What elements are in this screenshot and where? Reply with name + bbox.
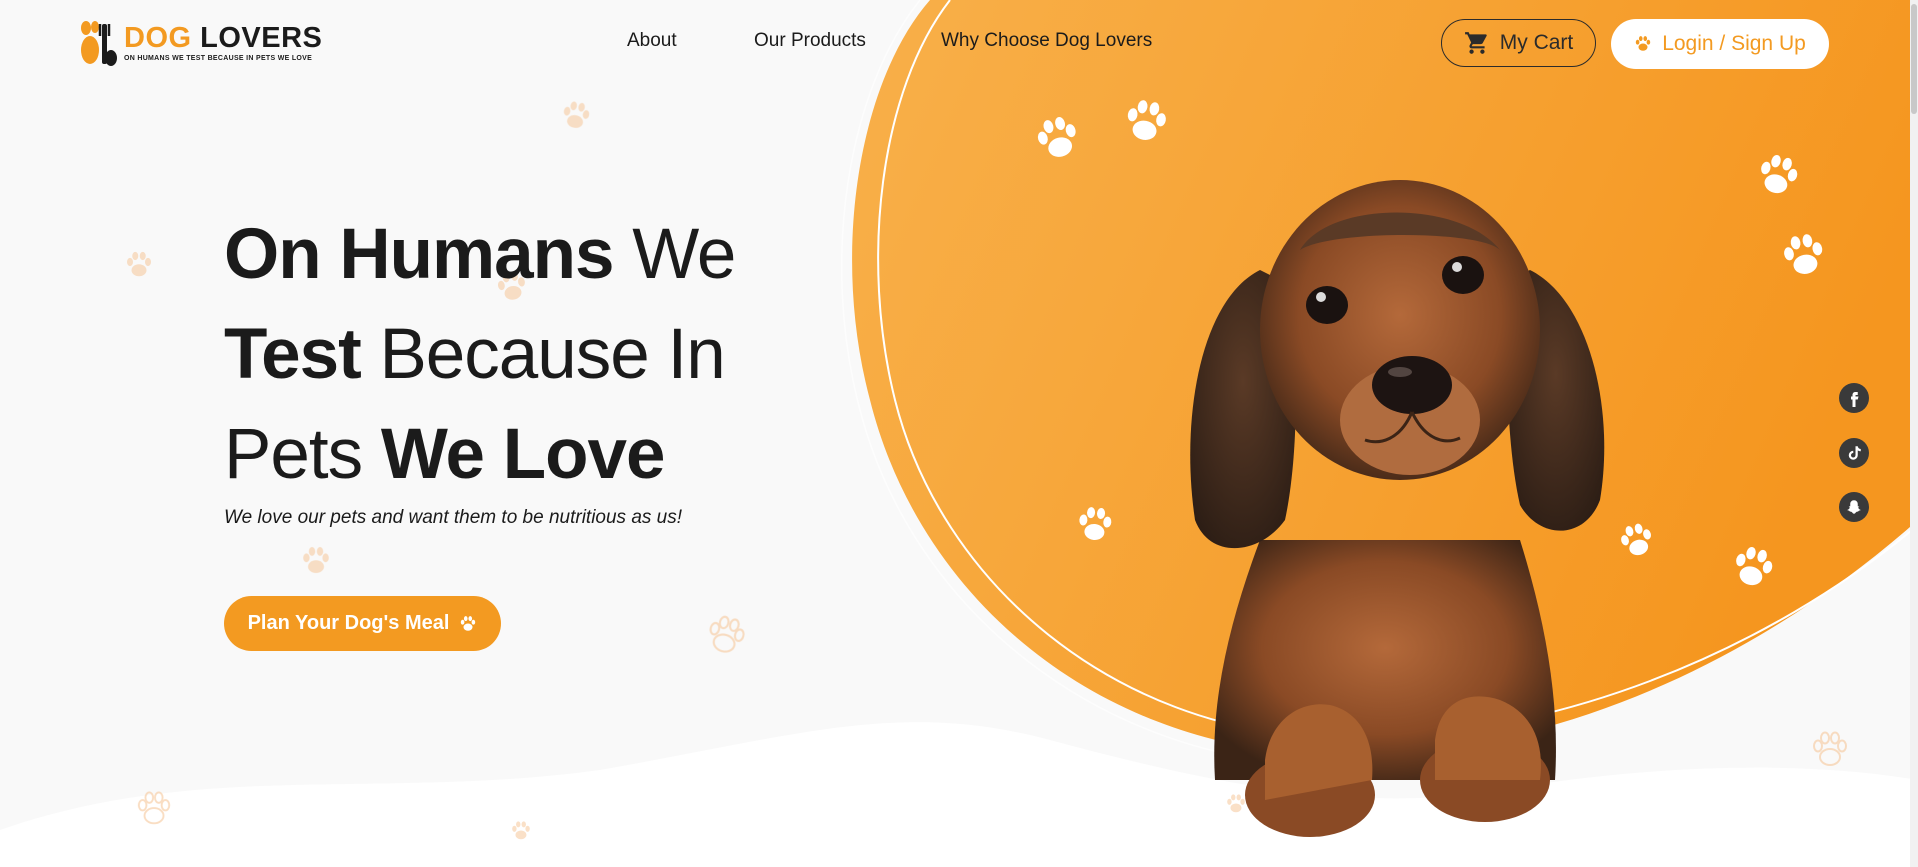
hero-heading: On Humans We Test Because In Pets We Lov… bbox=[224, 205, 784, 505]
login-label: Login / Sign Up bbox=[1662, 32, 1806, 55]
nav-products-link[interactable]: Our Products bbox=[754, 30, 866, 52]
tiktok-glyph bbox=[1848, 446, 1861, 460]
hero-line3-bold: We Love bbox=[380, 415, 666, 494]
facebook-icon[interactable] bbox=[1839, 383, 1869, 413]
my-cart-button[interactable]: My Cart bbox=[1441, 19, 1596, 67]
nav-about-link[interactable]: About bbox=[627, 30, 677, 52]
facebook-glyph bbox=[1851, 392, 1859, 407]
paw-icon bbox=[461, 615, 476, 631]
hero-line1-bold: On Humans bbox=[224, 215, 614, 294]
snapchat-icon[interactable] bbox=[1839, 492, 1869, 522]
brand-name-part1: DOG bbox=[124, 22, 192, 54]
nav-why-choose-link[interactable]: Why Choose Dog Lovers bbox=[941, 30, 1152, 52]
brand-name-part2: LOVERS bbox=[200, 22, 323, 54]
snapchat-glyph bbox=[1847, 500, 1861, 514]
brand-logo[interactable]: DOG LOVERS ON HUMANS WE TEST BECAUSE IN … bbox=[78, 20, 322, 66]
cart-icon bbox=[1464, 32, 1487, 54]
scrollbar-thumb[interactable] bbox=[1911, 4, 1917, 114]
login-signup-button[interactable]: Login / Sign Up bbox=[1611, 19, 1829, 69]
paw-icon bbox=[1635, 36, 1651, 51]
hero-line1-light: We bbox=[632, 215, 736, 294]
cart-label: My Cart bbox=[1499, 31, 1574, 54]
dog-logo-icon bbox=[81, 21, 117, 66]
hero-line3-light: Pets bbox=[224, 415, 363, 494]
hero-line2-light: Because In bbox=[379, 315, 725, 394]
brand-name: DOG LOVERS bbox=[124, 24, 322, 53]
tiktok-icon[interactable] bbox=[1839, 438, 1869, 468]
brand-tagline: ON HUMANS WE TEST BECAUSE IN PETS WE LOV… bbox=[124, 55, 313, 62]
landing-page: DOG LOVERS ON HUMANS WE TEST BECAUSE IN … bbox=[0, 0, 1918, 867]
hero-line2-bold: Test bbox=[224, 315, 362, 394]
page-scrollbar[interactable] bbox=[1910, 0, 1918, 867]
hero-subtitle: We love our pets and want them to be nut… bbox=[224, 507, 683, 528]
plan-meal-button[interactable]: Plan Your Dog's Meal bbox=[224, 596, 501, 651]
plan-meal-label: Plan Your Dog's Meal bbox=[247, 612, 450, 634]
